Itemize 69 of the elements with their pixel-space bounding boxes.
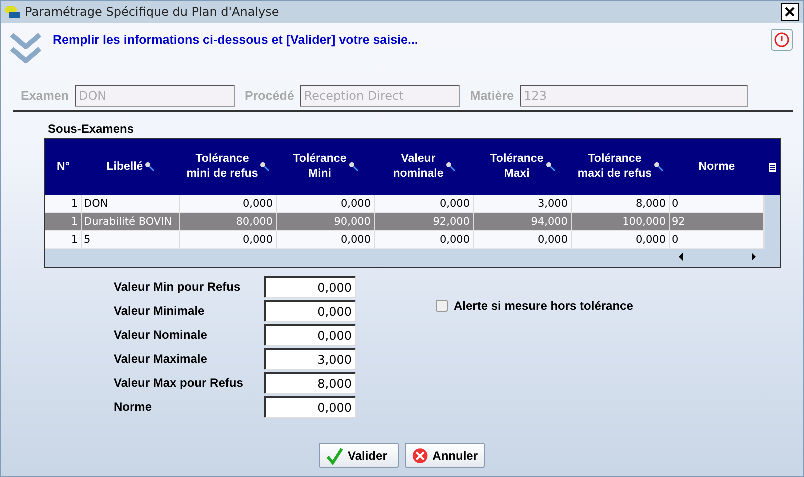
field-label: Valeur Minimale bbox=[114, 304, 206, 318]
column-header[interactable] bbox=[764, 139, 780, 195]
search-icon[interactable] bbox=[145, 162, 156, 172]
input-field[interactable]: 0,000 bbox=[264, 324, 356, 346]
table-cell[interactable]: 0,000 bbox=[277, 231, 375, 249]
field-label: Procédé bbox=[244, 89, 294, 103]
column-header[interactable]: Tolérance Maxi bbox=[474, 139, 572, 195]
table-cell[interactable]: 3,000 bbox=[474, 195, 572, 213]
table-cell[interactable]: 0,000 bbox=[180, 231, 277, 249]
input-field[interactable]: 0,000 bbox=[264, 300, 356, 322]
table-cell[interactable]: 0,000 bbox=[180, 195, 277, 213]
table-cell[interactable]: 1 bbox=[45, 195, 82, 213]
field-label: Valeur Maximale bbox=[114, 352, 208, 366]
window-title: Paramétrage Spécifique du Plan d'Analyse bbox=[25, 5, 280, 19]
column-header[interactable]: Valeur nominale bbox=[375, 139, 474, 195]
app-icon bbox=[5, 5, 21, 19]
table-title: Sous-Examens bbox=[48, 122, 136, 136]
field-label: Norme bbox=[114, 400, 154, 414]
table-cell[interactable]: 0,000 bbox=[572, 231, 670, 249]
column-header[interactable]: Norme bbox=[670, 139, 764, 195]
input-field[interactable]: 0,000 bbox=[264, 276, 356, 298]
field-label: Valeur Min pour Refus bbox=[114, 280, 242, 294]
search-icon[interactable] bbox=[446, 162, 456, 172]
search-icon[interactable] bbox=[348, 162, 359, 172]
table-cell[interactable]: Durabilité BOVIN bbox=[82, 213, 180, 231]
table-cell[interactable]: DON bbox=[82, 195, 180, 213]
alert-checkbox[interactable]: Alerte si mesure hors tolérance bbox=[436, 298, 634, 314]
table-cell[interactable]: 90,000 bbox=[277, 213, 375, 231]
table-cell[interactable]: 8,000 bbox=[572, 195, 670, 213]
field-label: Matière bbox=[470, 89, 514, 103]
power-button[interactable] bbox=[771, 29, 793, 51]
close-icon bbox=[784, 6, 796, 18]
table-cell[interactable]: 94,000 bbox=[474, 213, 572, 231]
table-cell[interactable]: 92,000 bbox=[375, 213, 474, 231]
field-label: Valeur Max pour Refus bbox=[114, 376, 244, 390]
table-cell[interactable]: 0 bbox=[670, 195, 764, 213]
table-cell[interactable]: 0,000 bbox=[277, 195, 375, 213]
cancel-button[interactable]: Annuler bbox=[405, 443, 485, 468]
input-field[interactable]: 0,000 bbox=[264, 396, 356, 418]
table-cell[interactable]: 92 bbox=[670, 213, 764, 231]
table-cell[interactable]: 1 bbox=[45, 213, 82, 231]
table-cell[interactable]: 0 bbox=[670, 231, 764, 249]
field-label: Examen bbox=[21, 89, 69, 103]
checkmark-icon bbox=[326, 446, 344, 464]
table-cell[interactable]: 100,000 bbox=[572, 213, 670, 231]
columns-icon[interactable] bbox=[768, 162, 776, 172]
scroll-right-icon[interactable] bbox=[751, 253, 757, 261]
validate-button[interactable]: Valider bbox=[319, 443, 399, 468]
column-header[interactable]: Libellé bbox=[82, 139, 180, 195]
field-label: Valeur Nominale bbox=[114, 328, 208, 342]
table-cell[interactable]: 0,000 bbox=[375, 195, 474, 213]
instruction-text: Remplir les informations ci-dessous et [Valider] votre saisie... bbox=[53, 32, 420, 47]
search-icon[interactable] bbox=[546, 162, 556, 172]
column-header[interactable]: Tolérance maxi de refus bbox=[572, 139, 670, 195]
input-field[interactable]: 8,000 bbox=[264, 372, 356, 394]
cancel-icon bbox=[412, 446, 429, 464]
close-button[interactable] bbox=[781, 3, 799, 21]
table-cell[interactable]: 0,000 bbox=[375, 231, 474, 249]
table-cell[interactable]: 0,000 bbox=[474, 231, 572, 249]
search-icon[interactable] bbox=[260, 162, 270, 172]
column-header[interactable]: Tolérance Mini bbox=[277, 139, 375, 195]
search-icon[interactable] bbox=[654, 162, 664, 172]
column-header[interactable]: N° bbox=[45, 139, 82, 195]
scroll-left-icon[interactable] bbox=[678, 253, 684, 261]
table-cell[interactable]: 5 bbox=[82, 231, 180, 249]
column-header[interactable]: Tolérance mini de refus bbox=[180, 139, 277, 195]
table-cell[interactable]: 80,000 bbox=[180, 213, 277, 231]
input-field[interactable]: 3,000 bbox=[264, 348, 356, 370]
table-cell[interactable]: 1 bbox=[45, 231, 82, 249]
